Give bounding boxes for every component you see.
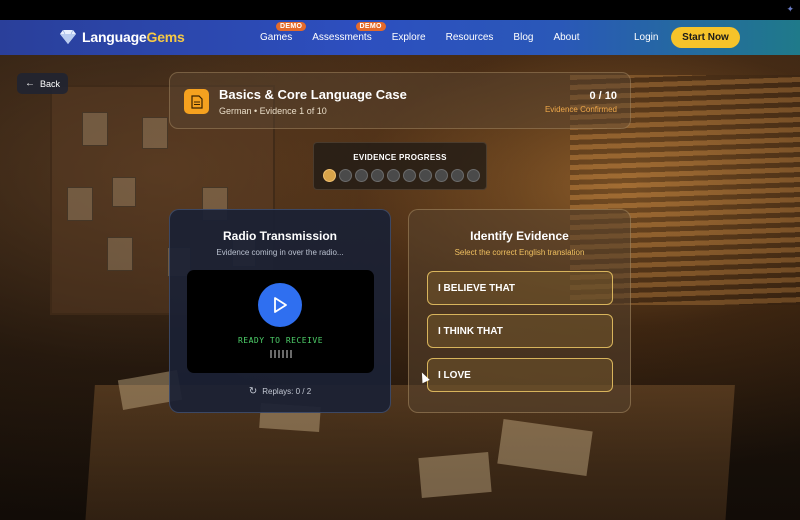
answer-option[interactable]: I LOVE xyxy=(427,358,613,392)
browser-top-strip: ✦ xyxy=(0,0,800,20)
back-button[interactable]: ← Back xyxy=(17,73,68,94)
nav-explore[interactable]: Explore xyxy=(392,32,426,43)
case-title: Basics & Core Language Case xyxy=(219,87,407,102)
demo-badge: DEMO xyxy=(276,22,307,31)
start-now-button[interactable]: Start Now xyxy=(671,27,740,48)
nav-resources[interactable]: Resources xyxy=(446,32,494,43)
evidence-subtitle: Select the correct English translation xyxy=(454,248,585,257)
evidence-progress: EVIDENCE PROGRESS xyxy=(313,142,487,190)
progress-dot xyxy=(387,169,400,182)
signal-bars xyxy=(270,350,292,358)
document-icon xyxy=(184,89,209,114)
evidence-count-label: Evidence Confirmed xyxy=(544,105,617,114)
nav-about[interactable]: About xyxy=(553,32,579,43)
progress-dot xyxy=(339,169,352,182)
nav-blog[interactable]: Blog xyxy=(513,32,533,43)
progress-dot xyxy=(419,169,432,182)
replays-counter[interactable]: ↻ Replays: 0 / 2 xyxy=(170,386,390,397)
evidence-count: 0 / 10 xyxy=(589,90,617,102)
progress-dot xyxy=(371,169,384,182)
case-header: Basics & Core Language Case German • Evi… xyxy=(169,72,631,129)
progress-dot xyxy=(355,169,368,182)
progress-label: EVIDENCE PROGRESS xyxy=(353,153,447,162)
progress-dot xyxy=(403,169,416,182)
progress-dots xyxy=(323,169,480,182)
progress-dot xyxy=(323,169,336,182)
login-link[interactable]: Login xyxy=(634,32,658,43)
progress-dot xyxy=(435,169,448,182)
back-label: Back xyxy=(39,78,60,89)
replay-icon: ↻ xyxy=(248,386,258,397)
progress-dot xyxy=(467,169,480,182)
case-subtitle: German • Evidence 1 of 10 xyxy=(219,106,327,116)
arrow-left-icon: ← xyxy=(24,78,35,89)
radio-title: Radio Transmission xyxy=(222,229,338,243)
nav-links: Games DEMO Assessments DEMO Explore Reso… xyxy=(260,20,600,55)
logo-text: LanguageGems xyxy=(82,29,185,45)
demo-badge: DEMO xyxy=(355,22,386,31)
nav-assessments[interactable]: Assessments DEMO xyxy=(312,22,386,43)
answer-option[interactable]: I BELIEVE THAT xyxy=(427,271,613,305)
identify-evidence-panel: Identify Evidence Select the correct Eng… xyxy=(408,209,631,413)
progress-dot xyxy=(451,169,464,182)
gem-icon xyxy=(60,30,76,44)
radio-status: READY TO RECEIVE xyxy=(237,336,324,345)
play-button[interactable] xyxy=(258,283,302,327)
play-icon xyxy=(274,297,287,313)
sparkle-icon: ✦ xyxy=(786,4,794,14)
nav-games[interactable]: Games DEMO xyxy=(260,22,307,43)
answer-option[interactable]: I THINK THAT xyxy=(427,314,613,348)
evidence-title: Identify Evidence xyxy=(470,229,569,243)
radio-transmission-panel: Radio Transmission Evidence coming in ov… xyxy=(169,209,391,413)
logo[interactable]: LanguageGems xyxy=(60,29,185,45)
radio-subtitle: Evidence coming in over the radio... xyxy=(216,248,344,257)
radio-screen: READY TO RECEIVE xyxy=(187,270,374,373)
